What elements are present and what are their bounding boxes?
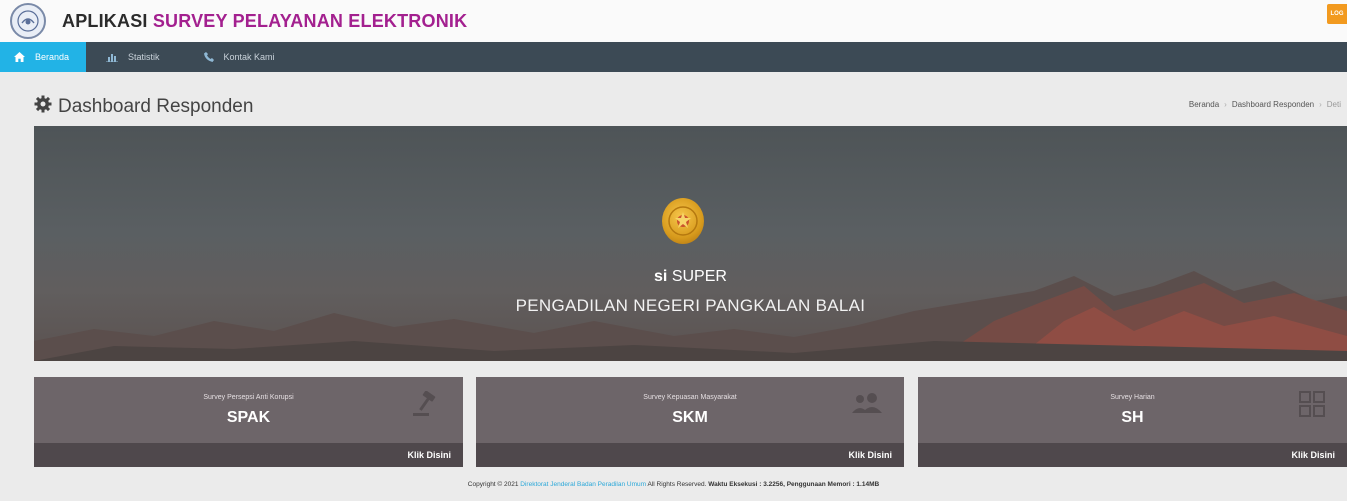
page-title-text: Dashboard Responden: [58, 96, 254, 117]
app-title: APLIKASI SURVEY PELAYANAN ELEKTRONIK: [62, 11, 467, 32]
footer-exec-time: Waktu Eksekusi : 3.2256,: [708, 481, 785, 488]
app-logo[interactable]: [10, 3, 46, 39]
footer-link[interactable]: Direktorat Jenderal Badan Peradilan Umum: [520, 481, 646, 488]
app-header: APLIKASI SURVEY PELAYANAN ELEKTRONIK LOG: [0, 0, 1347, 42]
nav-item-label: Statistik: [128, 52, 160, 62]
footer-copyright: Copyright © 2021: [467, 481, 519, 488]
nav-item-label: Kontak Kami: [223, 52, 275, 62]
grid-icon: [1299, 391, 1325, 422]
page-footer: Copyright © 2021 Direktorat Jenderal Bad…: [0, 481, 1347, 488]
breadcrumb-item-current: Deti: [1326, 100, 1341, 109]
card-spak[interactable]: Survey Persepsi Anti Korupsi SPAK Klik D…: [34, 377, 463, 467]
card-title: SPAK: [226, 409, 271, 426]
footer-memory: Penggunaan Memori : 1.14MB: [786, 481, 880, 488]
hero-app-name: si SUPER: [34, 268, 1347, 286]
court-emblem: [662, 198, 704, 244]
nav-item-kontak[interactable]: Kontak Kami: [174, 42, 289, 72]
gear-icon: [34, 95, 52, 119]
page-title: Dashboard Responden: [34, 95, 253, 119]
home-icon: [14, 52, 25, 62]
card-action-spak[interactable]: Klik Disini: [34, 443, 463, 467]
hero-institution: PENGADILAN NEGERI PANGKALAN BALAI: [515, 296, 866, 315]
breadcrumb-separator: ›: [1319, 100, 1322, 109]
breadcrumb-item-beranda[interactable]: Beranda: [1189, 100, 1219, 109]
card-subtitle: Survey Harian: [1110, 394, 1155, 401]
phone-icon: [203, 52, 214, 62]
gavel-icon: [413, 390, 441, 422]
app-title-part2: SURVEY PELAYANAN ELEKTRONIK: [152, 11, 468, 31]
card-action-label: Klik Disini: [407, 450, 451, 460]
main-nav: Beranda Statistik Kontak Kami: [0, 42, 1347, 72]
card-title: SKM: [672, 409, 708, 426]
hero-banner: si SUPER PENGADILAN NEGERI PANGKALAN BAL…: [34, 126, 1347, 361]
card-action-label: Klik Disini: [1291, 450, 1335, 460]
breadcrumb: Beranda › Dashboard Responden › Deti: [1189, 100, 1341, 109]
hero-app-name-rest: SUPER: [671, 268, 727, 285]
card-action-skm[interactable]: Klik Disini: [476, 443, 904, 467]
breadcrumb-separator: ›: [1224, 100, 1227, 109]
nav-item-statistik[interactable]: Statistik: [86, 42, 174, 72]
card-action-sh[interactable]: Klik Disini: [918, 443, 1347, 467]
nav-item-beranda[interactable]: Beranda: [0, 42, 86, 72]
app-title-part1: APLIKASI: [62, 11, 148, 31]
footer-rights: All Rights Reserved.: [647, 481, 707, 488]
card-skm[interactable]: Survey Kepuasan Masyarakat SKM Klik Disi…: [476, 377, 904, 467]
card-sh[interactable]: Survey Harian SH Klik Disini: [918, 377, 1347, 467]
card-subtitle: Survey Persepsi Anti Korupsi: [203, 394, 294, 401]
users-icon: [852, 391, 882, 420]
card-subtitle: Survey Kepuasan Masyarakat: [643, 394, 737, 401]
logout-button[interactable]: LOG: [1327, 4, 1347, 24]
nav-item-label: Beranda: [35, 52, 70, 62]
card-title: SH: [1121, 409, 1144, 426]
chart-icon: [106, 52, 118, 62]
breadcrumb-item-dashboard[interactable]: Dashboard Responden: [1232, 100, 1314, 109]
card-action-label: Klik Disini: [848, 450, 892, 460]
hero-app-name-prefix: si: [654, 268, 668, 285]
